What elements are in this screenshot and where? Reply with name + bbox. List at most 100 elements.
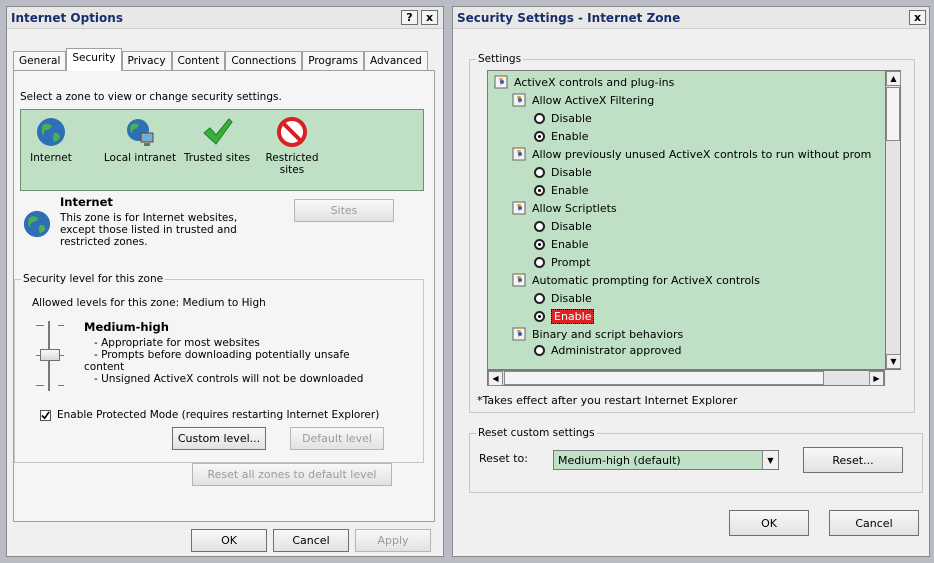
tree-option[interactable]: Enable (534, 235, 588, 253)
tree-setting[interactable]: Allow ActiveX Filtering (512, 91, 654, 109)
tree-label: Disable (551, 111, 592, 125)
close-button[interactable]: x (421, 10, 438, 25)
tree-setting[interactable]: Binary and script behaviors (512, 325, 683, 343)
zone-trusted-sites[interactable]: Trusted sites (181, 116, 253, 164)
tree-option[interactable]: Disable (534, 217, 592, 235)
tree-option[interactable]: Prompt (534, 253, 590, 271)
restricted-icon (277, 117, 307, 147)
security-tab-panel: Select a zone to view or change security… (13, 70, 435, 522)
cancel-button[interactable]: Cancel (273, 529, 349, 552)
tree-label: Enable (551, 237, 589, 251)
settings-icon (512, 201, 526, 215)
settings-legend: Settings (478, 53, 522, 65)
sites-button[interactable]: Sites (294, 199, 394, 222)
security-level-legend: Security level for this zone (23, 273, 164, 285)
settings-icon (512, 93, 526, 107)
tree-label: Disable (551, 291, 592, 305)
scroll-down-icon[interactable]: ▼ (886, 354, 901, 369)
tree-category[interactable]: ActiveX controls and plug-ins (494, 73, 674, 91)
close-button[interactable]: x (909, 10, 926, 25)
window-title: Security Settings - Internet Zone (457, 10, 681, 25)
settings-icon (512, 147, 526, 161)
tree-label: Disable (551, 165, 592, 179)
radio-button[interactable] (534, 220, 545, 232)
settings-icon (512, 273, 526, 287)
tree-setting[interactable]: Allow Scriptlets (512, 199, 617, 217)
scroll-right-icon[interactable]: ▶ (869, 371, 884, 386)
zone-label: Restricted sites (265, 152, 319, 176)
zone-description-line: This zone is for Internet websites, (60, 212, 238, 224)
radio-button[interactable] (534, 344, 545, 356)
tree-label: Enable (551, 183, 589, 197)
default-level-button[interactable]: Default level (290, 427, 384, 450)
settings-tree[interactable]: ActiveX controls and plug-ins Allow Acti… (487, 70, 901, 370)
tab-content[interactable]: Content (171, 51, 226, 71)
reset-button[interactable]: Reset... (803, 447, 903, 473)
reset-to-dropdown[interactable]: Medium-high (default) ▼ (553, 450, 779, 470)
zone-local-intranet[interactable]: Local intranet (99, 116, 181, 164)
radio-button[interactable] (534, 256, 545, 268)
zone-internet[interactable]: Internet (29, 116, 73, 164)
security-settings-window: Security Settings - Internet Zone x Sett… (452, 6, 930, 557)
scroll-left-icon[interactable]: ◀ (488, 371, 503, 386)
settings-icon (494, 75, 508, 89)
apply-button[interactable]: Apply (355, 529, 431, 552)
zone-restricted-sites[interactable]: Restricted sites (261, 116, 323, 176)
radio-button[interactable] (534, 184, 545, 196)
level-bullet: - Prompts before downloading potentially… (94, 349, 350, 361)
protected-mode-checkbox[interactable] (40, 409, 51, 421)
reset-all-zones-button[interactable]: Reset all zones to default level (192, 463, 392, 486)
tree-label: Enable (551, 129, 589, 143)
zone-description-line: except those listed in trusted and (60, 224, 237, 236)
checkmark-icon (203, 118, 233, 145)
reset-to-value: Medium-high (default) (558, 453, 681, 467)
zone-description: This zone is for Internet websites, exce… (60, 212, 237, 248)
help-button[interactable]: ? (401, 10, 418, 25)
level-bullet: - Appropriate for most websites (94, 337, 260, 349)
protected-mode-label: Enable Protected Mode (requires restarti… (57, 409, 380, 421)
ok-button[interactable]: OK (729, 510, 809, 536)
tree-option-selected[interactable]: Enable (534, 307, 595, 325)
ok-button[interactable]: OK (191, 529, 267, 552)
tab-programs[interactable]: Programs (302, 51, 364, 71)
vertical-scroll-thumb[interactable] (886, 87, 900, 141)
tree-option[interactable]: Administrator approved (534, 343, 681, 357)
tab-privacy[interactable]: Privacy (121, 51, 172, 71)
tree-option[interactable]: Disable (534, 109, 592, 127)
security-settings-titlebar: Security Settings - Internet Zone x (453, 7, 929, 29)
tree-setting[interactable]: Automatic prompting for ActiveX controls (512, 271, 760, 289)
radio-button[interactable] (534, 292, 545, 304)
radio-button[interactable] (534, 130, 545, 142)
chevron-down-icon[interactable]: ▼ (762, 451, 778, 469)
radio-button[interactable] (534, 238, 545, 250)
security-level-slider[interactable] (32, 321, 72, 391)
tree-option[interactable]: Disable (534, 163, 592, 181)
tree-setting[interactable]: Allow previously unused ActiveX controls… (512, 145, 871, 163)
tree-option[interactable]: Enable (534, 127, 588, 145)
custom-level-button[interactable]: Custom level... (172, 427, 266, 450)
tab-general[interactable]: General (13, 51, 67, 71)
tree-label: Enable (551, 308, 595, 324)
scroll-up-icon[interactable]: ▲ (886, 71, 901, 86)
vertical-scrollbar[interactable]: ▲ ▼ (885, 70, 901, 370)
checkmark-icon (41, 410, 50, 419)
tree-label: Allow previously unused ActiveX controls… (532, 147, 872, 161)
tree-option[interactable]: Disable (534, 289, 592, 307)
globe-icon (23, 210, 51, 238)
tab-security[interactable]: Security (66, 48, 122, 71)
tree-option[interactable]: Enable (534, 181, 588, 199)
zone-label: Local intranet (103, 152, 177, 164)
tab-advanced[interactable]: Advanced (363, 51, 428, 71)
radio-button[interactable] (534, 310, 545, 322)
horizontal-scrollbar[interactable]: ◀ ▶ (487, 370, 885, 386)
radio-button[interactable] (534, 166, 545, 178)
cancel-button[interactable]: Cancel (829, 510, 919, 536)
protected-mode-row[interactable]: Enable Protected Mode (requires restarti… (40, 409, 379, 421)
tree-label: Prompt (551, 255, 591, 269)
zone-prompt: Select a zone to view or change security… (20, 91, 282, 103)
radio-button[interactable] (534, 112, 545, 124)
tab-connections[interactable]: Connections (225, 51, 303, 71)
slider-thumb[interactable] (40, 349, 60, 361)
horizontal-scroll-thumb[interactable] (504, 371, 824, 385)
tree-label: Administrator approved (551, 343, 682, 357)
